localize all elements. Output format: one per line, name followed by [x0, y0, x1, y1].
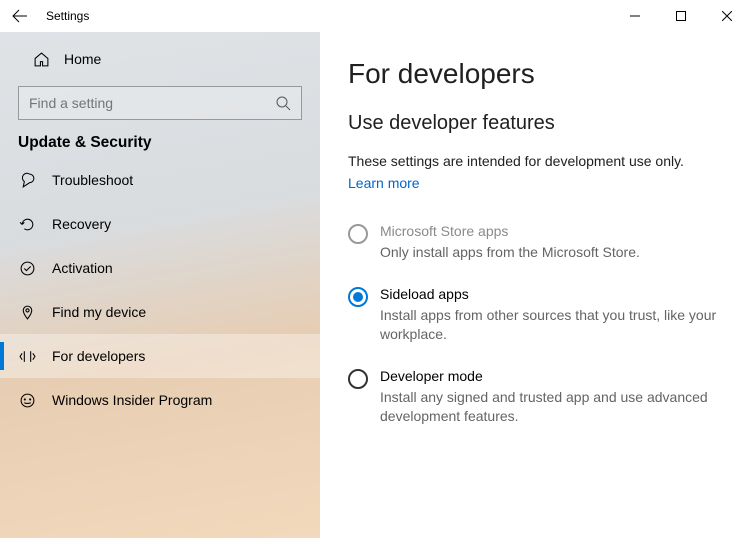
radio-icon [348, 224, 368, 244]
sidebar-nav: Troubleshoot Recovery Activation Find my… [0, 158, 320, 422]
sidebar-home[interactable]: Home [0, 40, 320, 78]
radio-developer-mode[interactable]: Developer mode Install any signed and tr… [348, 362, 726, 444]
sidebar-item-troubleshoot[interactable]: Troubleshoot [0, 158, 320, 202]
sidebar-item-insider[interactable]: Windows Insider Program [0, 378, 320, 422]
close-icon [722, 11, 732, 21]
title-bar: Settings [0, 0, 750, 32]
back-arrow-icon [12, 8, 28, 24]
search-icon [275, 95, 291, 111]
sidebar-category: Update & Security [0, 134, 320, 156]
page-description: These settings are intended for developm… [348, 153, 726, 169]
maximize-icon [676, 11, 686, 21]
developer-features-radio-group: Microsoft Store apps Only install apps f… [348, 217, 726, 443]
page-subheading: Use developer features [348, 112, 726, 135]
minimize-icon [630, 11, 640, 21]
radio-icon [348, 287, 368, 307]
radio-icon [348, 369, 368, 389]
radio-microsoft-store-apps: Microsoft Store apps Only install apps f… [348, 217, 726, 280]
learn-more-link[interactable]: Learn more [348, 175, 420, 191]
sidebar: Home Update & Security Troubleshoot [0, 32, 320, 538]
minimize-button[interactable] [612, 0, 658, 32]
radio-sideload-apps[interactable]: Sideload apps Install apps from other so… [348, 280, 726, 362]
sidebar-item-label: Windows Insider Program [52, 392, 212, 408]
sidebar-item-for-developers[interactable]: For developers [0, 334, 320, 378]
radio-description: Install any signed and trusted app and u… [380, 388, 726, 426]
radio-label: Developer mode [380, 368, 726, 384]
window-title: Settings [46, 9, 89, 23]
sidebar-item-label: Troubleshoot [52, 172, 133, 188]
for-developers-icon [18, 347, 36, 365]
search-input[interactable] [29, 95, 275, 111]
activation-icon [18, 259, 36, 277]
sidebar-item-label: Find my device [52, 304, 146, 320]
radio-label: Sideload apps [380, 286, 726, 302]
home-icon [32, 50, 50, 68]
insider-icon [18, 391, 36, 409]
page-heading: For developers [348, 58, 726, 90]
find-my-device-icon [18, 303, 36, 321]
content: For developers Use developer features Th… [320, 32, 750, 538]
recovery-icon [18, 215, 36, 233]
radio-description: Install apps from other sources that you… [380, 306, 726, 344]
search-input-wrap[interactable] [18, 86, 302, 120]
troubleshoot-icon [18, 171, 36, 189]
radio-description: Only install apps from the Microsoft Sto… [380, 243, 640, 262]
close-button[interactable] [704, 0, 750, 32]
maximize-button[interactable] [658, 0, 704, 32]
sidebar-item-label: Recovery [52, 216, 111, 232]
sidebar-item-label: Activation [52, 260, 113, 276]
sidebar-item-label: For developers [52, 348, 145, 364]
back-button[interactable] [0, 0, 40, 32]
sidebar-item-activation[interactable]: Activation [0, 246, 320, 290]
sidebar-item-recovery[interactable]: Recovery [0, 202, 320, 246]
sidebar-home-label: Home [64, 51, 101, 67]
radio-label: Microsoft Store apps [380, 223, 640, 239]
sidebar-item-find-my-device[interactable]: Find my device [0, 290, 320, 334]
